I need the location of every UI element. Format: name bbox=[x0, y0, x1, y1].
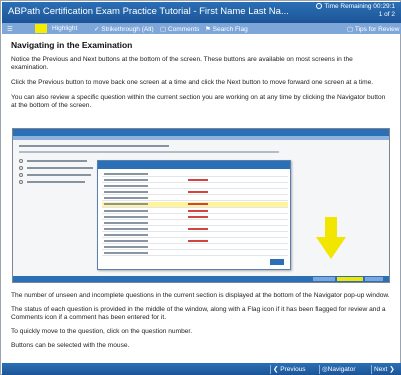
paragraph-5: The status of each question is provided … bbox=[11, 306, 386, 321]
question-count: 1 of 2 bbox=[378, 11, 395, 18]
strikethrough-label: Strikethrough (Alt) bbox=[101, 26, 154, 33]
paragraph-1: Notice the Previous and Next buttons at … bbox=[11, 56, 353, 71]
paragraph-2: Click the Previous button to move back o… bbox=[11, 79, 374, 86]
paragraph-6: To quickly move to the question, click o… bbox=[11, 328, 193, 335]
example-option-line bbox=[27, 181, 85, 183]
example-next-button bbox=[365, 277, 383, 281]
next-button[interactable]: Next ❯ bbox=[371, 365, 397, 374]
strikethrough-button[interactable]: ✓ Strikethrough (Alt) bbox=[94, 25, 154, 33]
example-title-bar bbox=[13, 129, 389, 136]
navigator-row-highlighted bbox=[102, 202, 288, 208]
tutorial-window: ABPath Certification Exam Practice Tutor… bbox=[0, 0, 401, 375]
example-radio bbox=[19, 180, 23, 184]
previous-button[interactable]: ❮ Previous bbox=[270, 365, 308, 374]
window-title: ABPath Certification Exam Practice Tutor… bbox=[8, 6, 289, 17]
navigator-button[interactable]: ◎Navigator bbox=[319, 365, 358, 374]
example-radio bbox=[19, 173, 23, 177]
navigator-row bbox=[102, 251, 288, 256]
tips-label: Tips for Review bbox=[354, 26, 400, 33]
tutorial-content-lower: The number of unseen and incomplete ques… bbox=[11, 292, 393, 356]
navigator-row bbox=[102, 178, 288, 183]
navigator-row bbox=[102, 227, 288, 232]
navigator-row bbox=[102, 215, 288, 220]
navigator-row bbox=[102, 190, 288, 195]
navigator-close-button bbox=[270, 259, 284, 265]
comments-button[interactable]: ▢ Comments bbox=[160, 25, 199, 33]
highlight-swatch[interactable] bbox=[35, 24, 47, 33]
chevron-left-icon: ❮ bbox=[273, 366, 279, 373]
example-bottom-bar bbox=[13, 276, 389, 282]
navigator-example-screenshot bbox=[12, 128, 390, 283]
title-bar: ABPath Certification Exam Practice Tutor… bbox=[2, 2, 401, 23]
example-question-line bbox=[19, 151, 279, 153]
previous-label: Previous bbox=[280, 366, 306, 373]
paragraph-4: The number of unseen and incomplete ques… bbox=[11, 292, 390, 299]
toolbar: ☰ Highlight ✓ Strikethrough (Alt) ▢ Comm… bbox=[2, 23, 401, 34]
navigator-row bbox=[102, 196, 288, 201]
example-previous-button bbox=[313, 277, 335, 281]
example-question-line bbox=[19, 145, 169, 147]
navigator-row bbox=[102, 239, 288, 244]
navigator-row bbox=[102, 184, 288, 189]
paragraph-3: You can also review a specific question … bbox=[11, 94, 386, 109]
tips-button[interactable]: ▢ Tips for Review bbox=[347, 25, 399, 33]
navigator-popup bbox=[97, 160, 291, 270]
navigator-row bbox=[102, 233, 288, 238]
example-toolbar bbox=[13, 136, 389, 140]
comments-label: Comments bbox=[167, 26, 200, 33]
highlight-button[interactable]: Highlight bbox=[52, 25, 77, 32]
search-flag-button[interactable]: ⚑ Search Flag bbox=[205, 25, 248, 33]
example-option-line bbox=[27, 160, 87, 162]
down-arrow-icon bbox=[316, 217, 346, 259]
chevron-right-icon: ❯ bbox=[389, 366, 395, 373]
bottom-nav-bar: ❮ Previous ◎Navigator Next ❯ bbox=[2, 363, 401, 375]
tutorial-content: Navigating in the Examination Notice the… bbox=[11, 41, 391, 117]
example-navigator-button bbox=[337, 277, 363, 281]
navigator-popup-header bbox=[98, 161, 290, 169]
navigator-row bbox=[102, 245, 288, 250]
example-radio bbox=[19, 159, 23, 163]
navigator-row bbox=[102, 172, 288, 177]
page-heading: Navigating in the Examination bbox=[11, 40, 133, 50]
paragraph-7: Buttons can be selected with the mouse. bbox=[11, 342, 130, 349]
next-label: Next bbox=[374, 366, 388, 373]
toolbar-start[interactable]: ☰ bbox=[7, 25, 13, 33]
navigator-row bbox=[102, 209, 288, 214]
timer-label: Time Remaining 00:29:1 bbox=[324, 3, 395, 10]
navigator-row bbox=[102, 221, 288, 226]
search-flag-label: Search Flag bbox=[212, 26, 248, 33]
time-remaining: Time Remaining 00:29:1 1 of 2 bbox=[316, 3, 395, 19]
example-option-line bbox=[27, 174, 91, 176]
navigator-label: Navigator bbox=[327, 366, 356, 373]
clock-icon bbox=[316, 3, 323, 9]
example-radio bbox=[19, 166, 23, 170]
example-option-line bbox=[27, 167, 93, 169]
